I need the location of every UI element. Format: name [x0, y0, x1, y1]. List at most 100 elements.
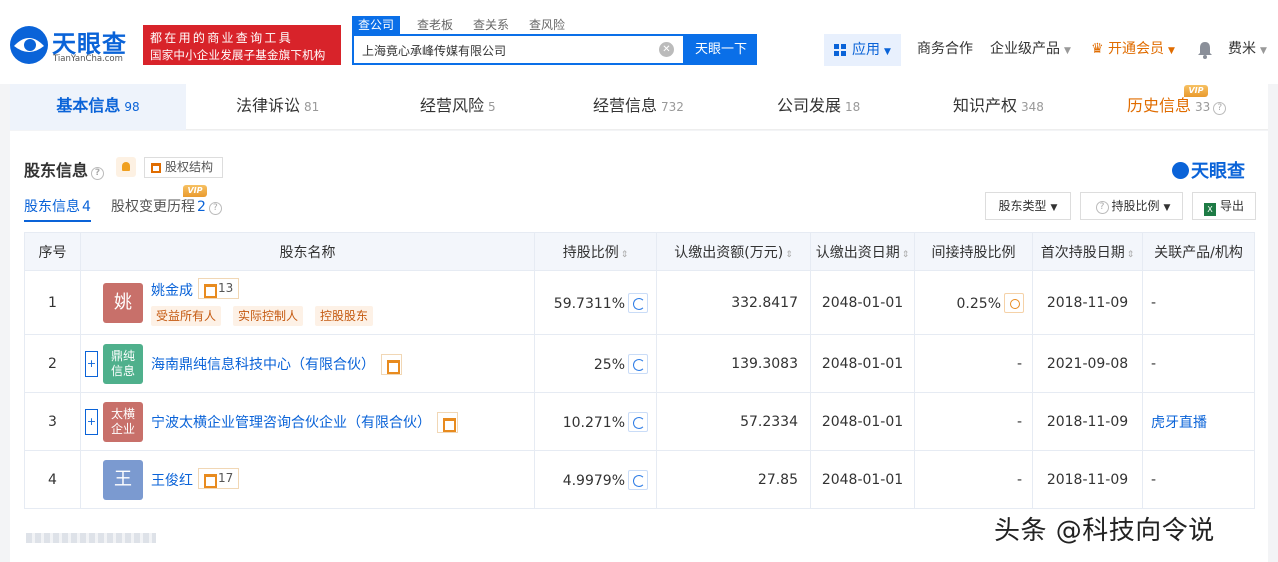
ratio-cell: 25% — [534, 334, 657, 393]
ratio-cell: 59.7311% — [534, 270, 657, 335]
related-cell: - — [1142, 334, 1255, 393]
amount-cell: 57.2334 — [656, 392, 811, 451]
chevron-down-icon: ▼ — [884, 47, 891, 57]
banner-line2: 国家中小企业发展子基金旗下机构 — [150, 48, 326, 62]
chevron-down-icon: ▼ — [1050, 203, 1058, 213]
structure-icon — [151, 163, 161, 173]
table-row: 4 王 王俊红 17 4.9979% 27.85 2048-01-01 - 20… — [24, 450, 1255, 509]
pie-chart-icon[interactable] — [628, 411, 648, 432]
date-cell: 2048-01-01 — [810, 392, 915, 451]
nav-user[interactable]: 费米 ▼ — [1228, 39, 1267, 61]
tab-development[interactable]: 公司发展 18 — [777, 84, 860, 130]
help-icon: ? — [1095, 201, 1109, 214]
shareholder-name-link[interactable]: 宁波太横企业管理咨询合伙企业（有限合伙） — [151, 412, 431, 432]
ratio-cell: 4.9979% — [534, 450, 657, 509]
row-no: 2 — [24, 334, 81, 393]
date-cell: 2048-01-01 — [810, 450, 915, 509]
first-date-cell: 2018-11-09 — [1032, 392, 1143, 451]
sort-icon: ⇕ — [620, 249, 629, 260]
col-ratio[interactable]: 持股比例 ⇕ — [534, 232, 657, 271]
top-bar: 天眼查 TianYanCha.com 都在用的商业查询工具 国家中小企业发展子基… — [0, 0, 1278, 84]
table-header: 序号 股东名称 持股比例 ⇕ 认缴出资额(万元) ⇕ 认缴出资日期 ⇕ 间接持股比例 … — [24, 232, 1255, 271]
promo-banner[interactable]: 都在用的商业查询工具 国家中小企业发展子基金旗下机构 — [143, 25, 341, 65]
indirect-cell: - — [914, 334, 1033, 393]
first-date-cell: 2021-09-08 — [1032, 334, 1143, 393]
pie-chart-icon[interactable] — [628, 469, 648, 490]
tab-operation[interactable]: 经营信息 732 — [593, 84, 684, 130]
structure-chip-icon[interactable] — [381, 354, 402, 375]
tab-search-boss[interactable]: 查老板 — [417, 16, 453, 34]
tab-risk[interactable]: 经营风险 5 — [420, 84, 496, 130]
penetration-icon[interactable] — [1004, 292, 1024, 313]
nav-vip[interactable]: ♛ 开通会员 ▼ — [1091, 39, 1175, 61]
structure-chip-icon[interactable] — [437, 412, 458, 433]
crown-icon: ♛ — [1091, 41, 1104, 57]
tianyancha-logo[interactable]: 天眼查 TianYanCha.com — [8, 24, 138, 68]
apps-menu[interactable]: 应用 ▼ — [824, 34, 901, 66]
help-icon[interactable]: ? — [91, 167, 105, 180]
nav-business[interactable]: 商务合作 — [917, 39, 973, 59]
sort-icon: ⇕ — [1126, 249, 1135, 260]
col-related: 关联产品/机构 — [1142, 232, 1255, 271]
chevron-down-icon: ▼ — [1064, 46, 1071, 56]
excel-icon: X — [1203, 203, 1216, 216]
shareholder-name-link[interactable]: 王俊红 — [151, 470, 193, 490]
shareholder-type-filter[interactable]: 股东类型 ▼ — [985, 192, 1071, 220]
loading-placeholder — [26, 533, 156, 543]
search-box: ✕ — [352, 34, 685, 65]
tab-basic-info[interactable]: 基本信息 98 — [10, 84, 186, 130]
section-title: 股东信息? — [24, 157, 105, 181]
nav-enterprise[interactable]: 企业级产品 ▼ — [990, 39, 1071, 61]
pie-chart-icon[interactable] — [628, 353, 648, 374]
help-icon[interactable]: ? — [208, 202, 222, 215]
related-companies-chip[interactable]: 13 — [198, 278, 240, 299]
table-row: 1 姚 姚金成 13 受益所有人 实际控制人 控股股东 59.7311% 332… — [24, 270, 1255, 335]
col-amount[interactable]: 认缴出资额(万元) ⇕ — [656, 232, 811, 271]
col-first-date[interactable]: 首次持股日期 ⇕ — [1032, 232, 1143, 271]
notification-bell-icon[interactable] — [1197, 41, 1213, 59]
logo-eye-icon — [10, 26, 48, 64]
tab-history[interactable]: 历史信息 33? — [1127, 84, 1227, 130]
tab-legal[interactable]: 法律诉讼 81 — [236, 84, 319, 130]
equity-structure-button[interactable]: 股权结构 — [144, 157, 223, 178]
amount-cell: 332.8417 — [656, 270, 811, 335]
date-cell: 2048-01-01 — [810, 334, 915, 393]
help-icon[interactable]: ? — [1213, 102, 1227, 115]
shareholder-panel: 股东信息? 股权结构 天眼查 股东信息 4 股权变更历程 2? VIP 股东类型 ▼ … — [10, 131, 1268, 562]
subtab-equity-history[interactable]: 股权变更历程 2? — [111, 196, 222, 216]
col-date[interactable]: 认缴出资日期 ⇕ — [810, 232, 915, 271]
subtab-shareholders[interactable]: 股东信息 4 — [24, 196, 91, 222]
tianyancha-watermark-logo: 天眼查 — [1172, 157, 1245, 183]
tag-actual-controller: 实际控制人 — [233, 306, 304, 326]
search-button[interactable]: 天眼一下 — [685, 34, 757, 65]
expand-plus-icon[interactable]: + — [85, 351, 98, 377]
related-cell: - — [1142, 450, 1255, 509]
tab-search-risk[interactable]: 查风险 — [529, 16, 565, 34]
tab-ip[interactable]: 知识产权 348 — [953, 84, 1044, 130]
tab-search-company[interactable]: 查公司 — [352, 16, 401, 34]
related-companies-chip[interactable]: 17 — [198, 468, 240, 489]
chevron-down-icon: ▼ — [1168, 46, 1175, 56]
monitor-bell-icon[interactable] — [116, 157, 136, 177]
shareholder-name-link[interactable]: 海南鼎纯信息科技中心（有限合伙） — [151, 354, 375, 374]
expand-plus-icon[interactable]: + — [85, 409, 98, 435]
clear-icon[interactable]: ✕ — [659, 42, 674, 57]
shareholder-cell: 王 王俊红 17 — [80, 450, 535, 509]
amount-cell: 139.3083 — [656, 334, 811, 393]
indirect-cell: - — [914, 392, 1033, 451]
vip-badge: VIP — [1184, 85, 1208, 97]
shareholder-name-link[interactable]: 姚金成 — [151, 280, 193, 300]
first-date-cell: 2018-11-09 — [1032, 270, 1143, 335]
search-input[interactable] — [362, 41, 652, 59]
logo-eye-icon — [1172, 162, 1189, 179]
avatar: 姚 — [103, 283, 143, 323]
export-button[interactable]: X 导出 — [1192, 192, 1256, 220]
tag-beneficial-owner: 受益所有人 — [151, 306, 222, 326]
col-no: 序号 — [24, 232, 81, 271]
tab-search-relation[interactable]: 查关系 — [473, 16, 509, 34]
ratio-filter[interactable]: ? 持股比例 ▼ — [1080, 192, 1183, 220]
sort-icon: ⇕ — [785, 249, 793, 260]
related-cell: - — [1142, 270, 1255, 335]
related-product-link[interactable]: 虎牙直播 — [1151, 415, 1207, 431]
pie-chart-icon[interactable] — [628, 292, 648, 313]
